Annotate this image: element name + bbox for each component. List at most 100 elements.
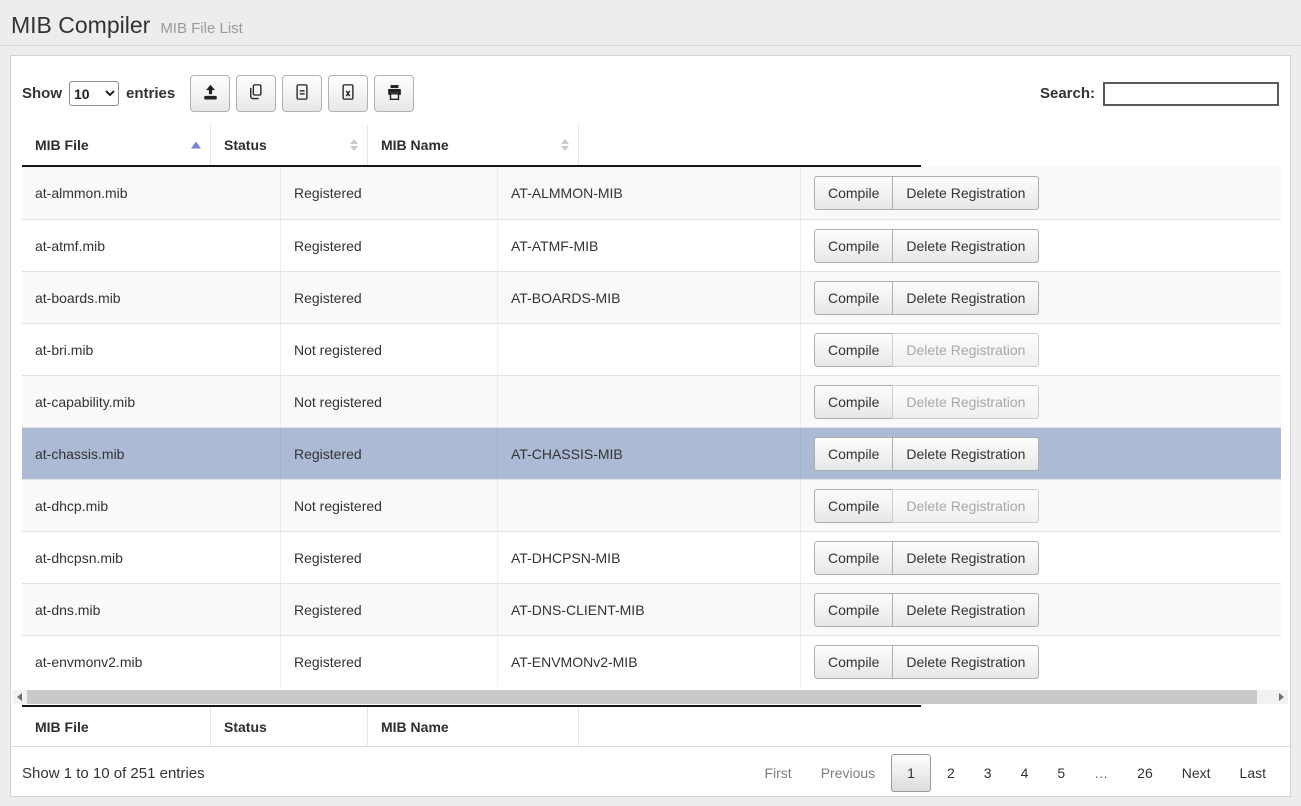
pagination-page-3[interactable]: 3 bbox=[971, 755, 1005, 791]
pagination-page-4[interactable]: 4 bbox=[1008, 755, 1042, 791]
delete-registration-button[interactable]: Delete Registration bbox=[892, 176, 1039, 210]
pagination-last[interactable]: Last bbox=[1227, 755, 1279, 791]
cell-mib-name bbox=[497, 324, 800, 375]
delete-registration-button[interactable]: Delete Registration bbox=[892, 645, 1039, 679]
pagination-ellipsis: … bbox=[1081, 755, 1121, 791]
delete-registration-button[interactable]: Delete Registration bbox=[892, 281, 1039, 315]
table-row[interactable]: at-dhcpsn.mib Registered AT-DHCPSN-MIB C… bbox=[22, 531, 1281, 583]
compile-button[interactable]: Compile bbox=[814, 176, 893, 210]
copy-button[interactable] bbox=[236, 75, 276, 112]
cell-status: Registered bbox=[280, 428, 497, 479]
delete-registration-button: Delete Registration bbox=[892, 385, 1039, 419]
scrollbar-track[interactable] bbox=[26, 690, 1275, 704]
file-text-icon bbox=[293, 83, 311, 104]
cell-status: Registered bbox=[280, 584, 497, 635]
compile-button[interactable]: Compile bbox=[814, 281, 893, 315]
cell-mib-file: at-capability.mib bbox=[22, 376, 280, 427]
delete-registration-button[interactable]: Delete Registration bbox=[892, 541, 1039, 575]
cell-mib-file: at-dns.mib bbox=[22, 584, 280, 635]
pagination-page-2[interactable]: 2 bbox=[934, 755, 968, 791]
delete-registration-button: Delete Registration bbox=[892, 333, 1039, 367]
horizontal-scrollbar[interactable] bbox=[13, 690, 1288, 704]
cell-status: Registered bbox=[280, 167, 497, 219]
cell-mib-name: AT-ENVMONv2-MIB bbox=[497, 636, 800, 687]
cell-mib-file: at-bri.mib bbox=[22, 324, 280, 375]
delete-registration-button[interactable]: Delete Registration bbox=[892, 437, 1039, 471]
footer-header-status: Status bbox=[210, 707, 367, 746]
pagination-pages: 12345…26 bbox=[888, 754, 1166, 792]
sort-asc-icon bbox=[191, 142, 201, 149]
footer-header-actions bbox=[578, 707, 921, 746]
csv-button[interactable] bbox=[282, 75, 322, 112]
copy-icon bbox=[247, 83, 265, 104]
delete-registration-button[interactable]: Delete Registration bbox=[892, 229, 1039, 263]
cell-actions: Compile Delete Registration bbox=[800, 428, 1281, 479]
cell-mib-name: AT-ATMF-MIB bbox=[497, 220, 800, 271]
cell-status: Registered bbox=[280, 220, 497, 271]
page-title: MIB Compiler bbox=[11, 12, 150, 39]
cell-status: Not registered bbox=[280, 324, 497, 375]
compile-button[interactable]: Compile bbox=[814, 437, 893, 471]
cell-mib-file: at-atmf.mib bbox=[22, 220, 280, 271]
cell-actions: Compile Delete Registration bbox=[800, 584, 1281, 635]
page-subtitle: MIB File List bbox=[160, 20, 243, 37]
cell-status: Not registered bbox=[280, 480, 497, 531]
print-button[interactable] bbox=[374, 75, 414, 112]
cell-status: Registered bbox=[280, 532, 497, 583]
table-row[interactable]: at-dhcp.mib Not registered Compile Delet… bbox=[22, 479, 1281, 531]
file-excel-icon bbox=[339, 83, 357, 104]
sort-both-icon bbox=[561, 139, 569, 151]
cell-mib-name bbox=[497, 480, 800, 531]
table-footer-header: MIB File Status MIB Name bbox=[22, 705, 921, 746]
cell-actions: Compile Delete Registration bbox=[800, 636, 1281, 687]
cell-actions: Compile Delete Registration bbox=[800, 532, 1281, 583]
pagination-first[interactable]: First bbox=[751, 755, 804, 791]
pagination-previous[interactable]: Previous bbox=[808, 755, 888, 791]
cell-actions: Compile Delete Registration bbox=[800, 220, 1281, 271]
column-header-status[interactable]: Status bbox=[210, 125, 367, 165]
cell-mib-name: AT-DNS-CLIENT-MIB bbox=[497, 584, 800, 635]
scrollbar-thumb[interactable] bbox=[27, 690, 1257, 704]
table-row[interactable]: at-boards.mib Registered AT-BOARDS-MIB C… bbox=[22, 271, 1281, 323]
table-row[interactable]: at-chassis.mib Registered AT-CHASSIS-MIB… bbox=[22, 427, 1281, 479]
compile-button[interactable]: Compile bbox=[814, 541, 893, 575]
compile-button[interactable]: Compile bbox=[814, 385, 893, 419]
cell-mib-file: at-dhcpsn.mib bbox=[22, 532, 280, 583]
cell-mib-file: at-envmonv2.mib bbox=[22, 636, 280, 687]
compile-button[interactable]: Compile bbox=[814, 489, 893, 523]
compile-button[interactable]: Compile bbox=[814, 645, 893, 679]
cell-status: Not registered bbox=[280, 376, 497, 427]
scroll-left-arrow-icon[interactable] bbox=[13, 690, 26, 704]
search-input[interactable] bbox=[1103, 82, 1279, 106]
delete-registration-button: Delete Registration bbox=[892, 489, 1039, 523]
scroll-right-arrow-icon[interactable] bbox=[1275, 690, 1288, 704]
cell-mib-name: AT-ALMMON-MIB bbox=[497, 167, 800, 219]
cell-actions: Compile Delete Registration bbox=[800, 324, 1281, 375]
excel-button[interactable] bbox=[328, 75, 368, 112]
column-header-mib-file[interactable]: MIB File bbox=[22, 125, 210, 165]
cell-actions: Compile Delete Registration bbox=[800, 480, 1281, 531]
delete-registration-button[interactable]: Delete Registration bbox=[892, 593, 1039, 627]
compile-button[interactable]: Compile bbox=[814, 593, 893, 627]
pagination-page-5[interactable]: 5 bbox=[1044, 755, 1078, 791]
cell-mib-file: at-almmon.mib bbox=[22, 167, 280, 219]
pagination-next[interactable]: Next bbox=[1169, 755, 1224, 791]
bottom-bar: Show 1 to 10 of 251 entries First Previo… bbox=[11, 746, 1290, 799]
cell-mib-name bbox=[497, 376, 800, 427]
table-row[interactable]: at-almmon.mib Registered AT-ALMMON-MIB C… bbox=[22, 167, 1281, 219]
table-row[interactable]: at-capability.mib Not registered Compile… bbox=[22, 375, 1281, 427]
compile-button[interactable]: Compile bbox=[814, 333, 893, 367]
upload-button[interactable] bbox=[190, 75, 230, 112]
printer-icon bbox=[385, 83, 404, 105]
table-row[interactable]: at-atmf.mib Registered AT-ATMF-MIB Compi… bbox=[22, 219, 1281, 271]
pagination-page-26[interactable]: 26 bbox=[1124, 755, 1166, 791]
table-row[interactable]: at-bri.mib Not registered Compile Delete… bbox=[22, 323, 1281, 375]
entries-label: entries bbox=[126, 85, 175, 102]
pagination-page-1[interactable]: 1 bbox=[891, 754, 931, 792]
table-row[interactable]: at-dns.mib Registered AT-DNS-CLIENT-MIB … bbox=[22, 583, 1281, 635]
cell-status: Registered bbox=[280, 636, 497, 687]
table-row[interactable]: at-envmonv2.mib Registered AT-ENVMONv2-M… bbox=[22, 635, 1281, 687]
column-header-mib-name[interactable]: MIB Name bbox=[367, 125, 578, 165]
page-length-select[interactable]: 10 bbox=[69, 81, 119, 106]
compile-button[interactable]: Compile bbox=[814, 229, 893, 263]
